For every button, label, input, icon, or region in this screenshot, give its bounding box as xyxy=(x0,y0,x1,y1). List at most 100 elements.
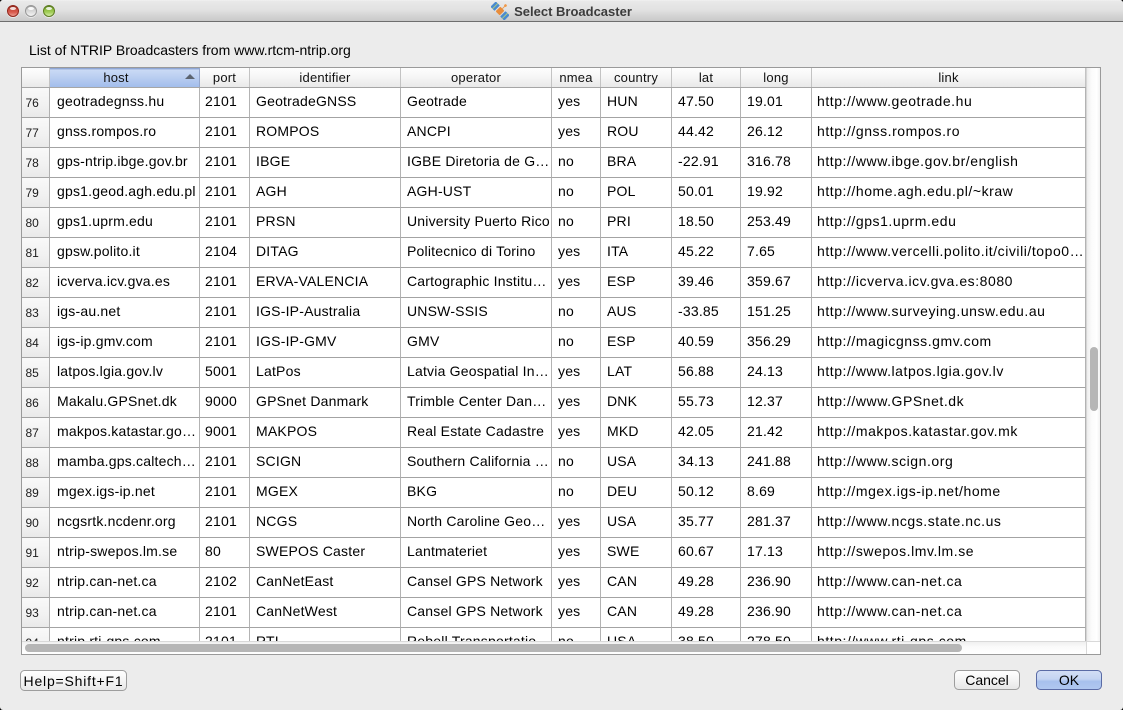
cell-lat[interactable]: 56.88 xyxy=(672,358,741,388)
cell-port[interactable]: 9001 xyxy=(200,418,250,448)
cell-nmea[interactable]: no xyxy=(552,628,601,641)
cell-link[interactable]: http://makpos.katastar.gov.mk xyxy=(812,418,1086,448)
cell-host[interactable]: ntrip.can-net.ca xyxy=(50,568,200,598)
cell-country[interactable]: DEU xyxy=(601,478,672,508)
cell-link[interactable]: http://www.GPSnet.dk xyxy=(812,388,1086,418)
cell-operator[interactable]: Trimble Center Dan… xyxy=(401,388,552,418)
cell-identifier[interactable]: CanNetEast xyxy=(250,568,401,598)
cell-host[interactable]: latpos.lgia.gov.lv xyxy=(50,358,200,388)
cell-port[interactable]: 2101 xyxy=(200,208,250,238)
cell-lat[interactable]: 49.28 xyxy=(672,598,741,628)
column-header-country[interactable]: country xyxy=(601,68,672,87)
cell-identifier[interactable]: LatPos xyxy=(250,358,401,388)
cell-operator[interactable]: Cartographic Institu… xyxy=(401,268,552,298)
cell-long[interactable]: 241.88 xyxy=(741,448,812,478)
cell-country[interactable]: CAN xyxy=(601,568,672,598)
cell-port[interactable]: 2101 xyxy=(200,88,250,118)
cell-lat[interactable]: 40.59 xyxy=(672,328,741,358)
cell-link[interactable]: http://mgex.igs-ip.net/home xyxy=(812,478,1086,508)
cell-link[interactable]: http://gps1.uprm.edu xyxy=(812,208,1086,238)
cell-operator[interactable]: Lantmateriet xyxy=(401,538,552,568)
cell-identifier[interactable]: RTI xyxy=(250,628,401,641)
column-header-operator[interactable]: operator xyxy=(401,68,552,87)
cell-lat[interactable]: 60.67 xyxy=(672,538,741,568)
column-header-rownum[interactable] xyxy=(22,68,50,87)
cell-lat[interactable]: 50.12 xyxy=(672,478,741,508)
cell-nmea[interactable]: yes xyxy=(552,118,601,148)
vertical-scrollbar[interactable] xyxy=(1086,68,1100,641)
cell-port[interactable]: 2101 xyxy=(200,118,250,148)
cell-operator[interactable]: Cansel GPS Network xyxy=(401,568,552,598)
cell-long[interactable]: 278.50 xyxy=(741,628,812,641)
cell-host[interactable]: gpsw.polito.it xyxy=(50,238,200,268)
cell-identifier[interactable]: NCGS xyxy=(250,508,401,538)
column-header-link[interactable]: link xyxy=(812,68,1086,87)
cell-nmea[interactable]: yes xyxy=(552,538,601,568)
cell-identifier[interactable]: ERVA-VALENCIA xyxy=(250,268,401,298)
cell-long[interactable]: 253.49 xyxy=(741,208,812,238)
cell-long[interactable]: 316.78 xyxy=(741,148,812,178)
cell-host[interactable]: gps1.uprm.edu xyxy=(50,208,200,238)
cell-host[interactable]: gps-ntrip.ibge.gov.br xyxy=(50,148,200,178)
cell-link[interactable]: http://www.scign.org xyxy=(812,448,1086,478)
cell-port[interactable]: 2101 xyxy=(200,628,250,641)
cell-host[interactable]: ntrip.can-net.ca xyxy=(50,598,200,628)
cell-host[interactable]: icverva.icv.gva.es xyxy=(50,268,200,298)
cell-lat[interactable]: 49.28 xyxy=(672,568,741,598)
cell-port[interactable]: 2101 xyxy=(200,268,250,298)
cell-port[interactable]: 2101 xyxy=(200,448,250,478)
cell-nmea[interactable]: no xyxy=(552,208,601,238)
horizontal-scrollbar-thumb[interactable] xyxy=(25,644,962,652)
cell-lat[interactable]: 18.50 xyxy=(672,208,741,238)
cell-long[interactable]: 24.13 xyxy=(741,358,812,388)
cell-port[interactable]: 2101 xyxy=(200,298,250,328)
cell-link[interactable]: http://icverva.icv.gva.es:8080 xyxy=(812,268,1086,298)
cell-nmea[interactable]: no xyxy=(552,298,601,328)
cell-country[interactable]: USA xyxy=(601,448,672,478)
cell-identifier[interactable]: MGEX xyxy=(250,478,401,508)
title-bar[interactable]: Select Broadcaster xyxy=(0,0,1123,22)
cell-long[interactable]: 12.37 xyxy=(741,388,812,418)
cell-host[interactable]: makpos.katastar.go… xyxy=(50,418,200,448)
cell-operator[interactable]: Geotrade xyxy=(401,88,552,118)
cell-port[interactable]: 2101 xyxy=(200,598,250,628)
cell-long[interactable]: 236.90 xyxy=(741,568,812,598)
cell-link[interactable]: http://www.vercelli.polito.it/civili/top… xyxy=(812,238,1086,268)
cell-long[interactable]: 21.42 xyxy=(741,418,812,448)
cell-port[interactable]: 2102 xyxy=(200,568,250,598)
cell-host[interactable]: Makalu.GPSnet.dk xyxy=(50,388,200,418)
cell-country[interactable]: AUS xyxy=(601,298,672,328)
cell-operator[interactable]: ANCPI xyxy=(401,118,552,148)
cell-link[interactable]: http://www.geotrade.hu xyxy=(812,88,1086,118)
cell-lat[interactable]: -22.91 xyxy=(672,148,741,178)
cell-identifier[interactable]: AGH xyxy=(250,178,401,208)
cell-long[interactable]: 19.92 xyxy=(741,178,812,208)
cell-nmea[interactable]: yes xyxy=(552,508,601,538)
cell-link[interactable]: http://www.ibge.gov.br/english xyxy=(812,148,1086,178)
cell-link[interactable]: http://gnss.rompos.ro xyxy=(812,118,1086,148)
cell-nmea[interactable]: no xyxy=(552,178,601,208)
cell-operator[interactable]: North Caroline Geo… xyxy=(401,508,552,538)
cell-port[interactable]: 2101 xyxy=(200,478,250,508)
cell-port[interactable]: 2104 xyxy=(200,238,250,268)
help-button[interactable]: Help=Shift+F1 xyxy=(20,670,127,691)
cell-operator[interactable]: UNSW-SSIS xyxy=(401,298,552,328)
cell-lat[interactable]: -33.85 xyxy=(672,298,741,328)
horizontal-scrollbar[interactable] xyxy=(22,641,1086,654)
cell-country[interactable]: PRI xyxy=(601,208,672,238)
cell-identifier[interactable]: IGS-IP-Australia xyxy=(250,298,401,328)
cell-long[interactable]: 8.69 xyxy=(741,478,812,508)
cell-link[interactable]: http://www.rti-gps.com xyxy=(812,628,1086,641)
cell-country[interactable]: HUN xyxy=(601,88,672,118)
cell-operator[interactable]: Cansel GPS Network xyxy=(401,598,552,628)
cell-country[interactable]: USA xyxy=(601,508,672,538)
vertical-scrollbar-thumb[interactable] xyxy=(1090,347,1098,411)
column-header-long[interactable]: long xyxy=(741,68,812,87)
cell-nmea[interactable]: yes xyxy=(552,388,601,418)
cell-nmea[interactable]: yes xyxy=(552,568,601,598)
cell-country[interactable]: ROU xyxy=(601,118,672,148)
cell-lat[interactable]: 38.50 xyxy=(672,628,741,641)
cell-identifier[interactable]: ROMPOS xyxy=(250,118,401,148)
cell-host[interactable]: ncgsrtk.ncdenr.org xyxy=(50,508,200,538)
cell-link[interactable]: http://home.agh.edu.pl/~kraw xyxy=(812,178,1086,208)
